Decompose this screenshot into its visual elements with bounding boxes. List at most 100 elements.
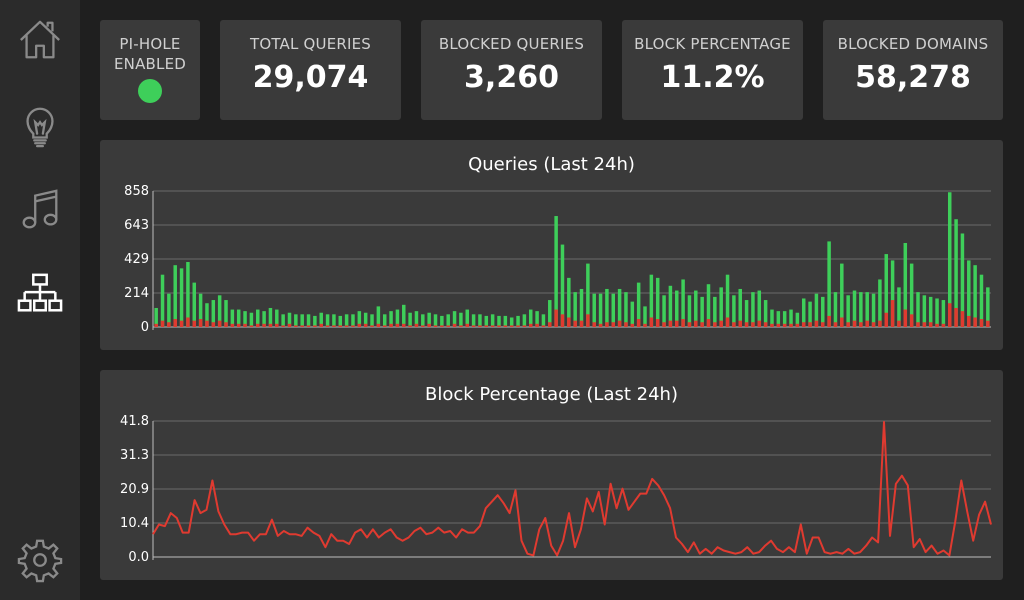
bar-blocked (922, 322, 927, 327)
y-tick-label: 20.9 (120, 482, 149, 497)
bar-blocked (643, 323, 647, 327)
bar-blocked (738, 320, 742, 327)
bar-blocked (719, 320, 723, 327)
bar-total (916, 292, 920, 327)
bar-blocked (554, 309, 558, 327)
bar-blocked (935, 323, 939, 327)
bar-blocked (548, 322, 552, 327)
blocked-domains-label: BLOCKED DOMAINS (837, 35, 989, 53)
bar-blocked (262, 323, 266, 327)
bar-blocked (351, 325, 355, 327)
bar-blocked (186, 317, 190, 327)
bar-blocked (230, 323, 235, 327)
sidebar (0, 0, 80, 600)
bar-blocked (776, 323, 781, 327)
bar-blocked (954, 307, 958, 327)
bar-blocked (471, 325, 476, 327)
music-icon[interactable] (12, 182, 68, 238)
bar-blocked (675, 320, 679, 327)
bar-total (300, 314, 304, 327)
total-queries-label: TOTAL QUERIES (249, 35, 372, 53)
bar-blocked (852, 320, 857, 327)
bar-blocked (770, 323, 774, 327)
bar-blocked (300, 325, 304, 327)
bar-total (490, 314, 495, 327)
bar-blocked (662, 322, 666, 327)
bar-blocked (528, 323, 533, 327)
network-icon[interactable] (12, 266, 68, 322)
bar-blocked (986, 320, 990, 327)
bar-blocked (840, 317, 844, 327)
bar-blocked (344, 325, 349, 327)
pihole-enabled-card: PI-HOLE ENABLED (100, 20, 200, 120)
bar-total (325, 314, 330, 327)
pihole-enabled-label: PI-HOLE ENABLED (113, 35, 187, 73)
bar-total (497, 315, 501, 327)
bar-total (471, 314, 476, 327)
bar-blocked (224, 322, 228, 327)
bar-blocked (763, 322, 768, 327)
bar-blocked (814, 320, 819, 327)
bar-total (313, 315, 317, 327)
blocked-queries-value: 3,260 (464, 60, 559, 95)
bar-blocked (338, 325, 343, 327)
bar-blocked (522, 325, 527, 327)
bar-blocked (484, 325, 489, 327)
bar-blocked (605, 322, 609, 327)
bar-blocked (478, 325, 482, 327)
bar-total (598, 293, 603, 327)
bar-total (827, 241, 831, 327)
y-tick-label: 0.0 (128, 550, 149, 565)
bar-blocked (497, 325, 501, 327)
bar-blocked (668, 320, 673, 327)
total-queries-card: TOTAL QUERIES 29,074 (220, 20, 401, 120)
bar-blocked (268, 323, 273, 327)
bar-blocked (751, 322, 755, 327)
y-tick-label: 0 (141, 320, 149, 335)
bar-blocked (941, 323, 946, 327)
bar-blocked (363, 323, 368, 327)
bar-total (167, 293, 171, 327)
bar-total (611, 293, 616, 327)
block-percentage-value: 11.2% (660, 60, 765, 95)
bar-blocked (827, 315, 831, 327)
bar-blocked (706, 319, 711, 327)
bar-blocked (801, 322, 806, 327)
bar-blocked (617, 320, 622, 327)
bar-total (192, 282, 197, 327)
total-queries-value: 29,074 (252, 60, 369, 95)
bar-blocked (275, 323, 279, 327)
bar-blocked (287, 323, 292, 327)
bar-blocked (947, 303, 952, 327)
bar-blocked (979, 319, 984, 327)
bar-blocked (179, 320, 184, 327)
bar-blocked (440, 325, 444, 327)
bar-total (332, 314, 336, 327)
bar-blocked (782, 323, 787, 327)
blocked-domains-card: BLOCKED DOMAINS 58,278 (823, 20, 1003, 120)
y-tick-label: 214 (124, 286, 149, 301)
bar-total (421, 314, 425, 327)
bar-blocked (846, 322, 850, 327)
bar-blocked (192, 320, 197, 327)
bar-blocked (509, 325, 514, 327)
home-icon[interactable] (12, 12, 68, 68)
bar-blocked (700, 322, 704, 327)
lightbulb-icon[interactable] (12, 98, 68, 154)
bar-total (478, 314, 482, 327)
gear-icon[interactable] (12, 532, 68, 588)
bar-blocked (757, 320, 762, 327)
bar-total (522, 314, 527, 327)
bar-total (516, 315, 520, 327)
bar-blocked (465, 323, 469, 327)
bar-blocked (725, 317, 730, 327)
bar-blocked (389, 323, 393, 327)
bar-blocked (211, 322, 216, 327)
bar-blocked (903, 309, 908, 327)
bar-blocked (833, 322, 838, 327)
bar-blocked (217, 320, 222, 327)
bar-blocked (649, 317, 654, 327)
y-tick-label: 643 (124, 218, 149, 233)
bar-blocked (154, 323, 158, 327)
bar-blocked (402, 323, 406, 327)
